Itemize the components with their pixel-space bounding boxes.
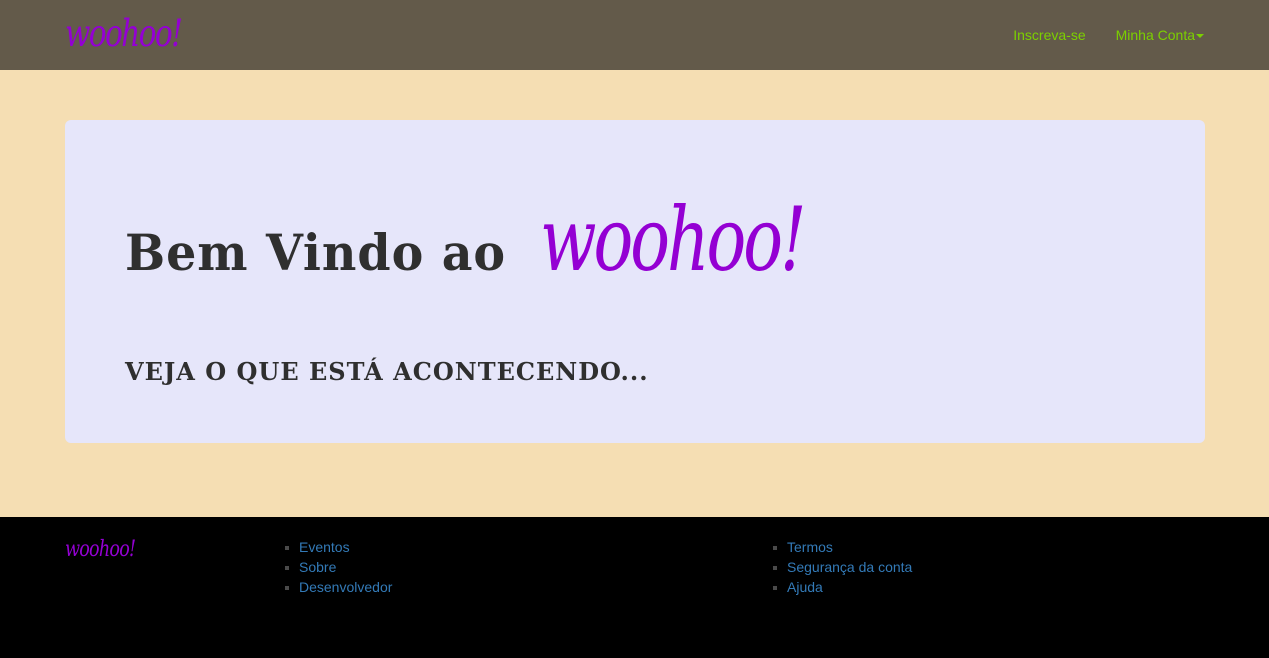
footer-link-desenvolvedor[interactable]: Desenvolvedor [299, 579, 392, 595]
footer-list-item: Sobre [285, 559, 392, 579]
footer-link-ajuda[interactable]: Ajuda [787, 579, 823, 595]
footer-list-item: Desenvolvedor [285, 579, 392, 599]
footer-list-item: Ajuda [773, 579, 912, 599]
caret-down-icon [1196, 34, 1204, 39]
welcome-jumbotron: Bem Vindo ao woohoo! VEJA O QUE ESTÁ ACON… [65, 120, 1205, 443]
top-navbar: woohoo! Inscreva-se Minha Conta [0, 0, 1269, 70]
page-footer: woohoo! Eventos Sobre Desenvolvedor Term… [0, 517, 1269, 658]
welcome-subtitle: VEJA O QUE ESTÁ ACONTECENDO... [125, 357, 649, 386]
footer-link-termos[interactable]: Termos [787, 539, 833, 555]
brand-logo-link[interactable]: woohoo! [65, 14, 183, 54]
footer-links-secondary: Termos Segurança da conta Ajuda [773, 539, 912, 599]
footer-list-item: Termos [773, 539, 912, 559]
welcome-heading-text: Bem Vindo ao [125, 223, 507, 282]
account-dropdown-toggle[interactable]: Minha Conta [1116, 27, 1204, 43]
welcome-heading: Bem Vindo ao woohoo! [125, 190, 891, 303]
footer-list-item: Segurança da conta [773, 559, 912, 579]
footer-link-sobre[interactable]: Sobre [299, 559, 336, 575]
signup-link[interactable]: Inscreva-se [1013, 27, 1085, 43]
welcome-heading-brand: woohoo! [540, 188, 806, 291]
footer-list-item: Eventos [285, 539, 392, 559]
footer-links-primary: Eventos Sobre Desenvolvedor [285, 539, 392, 599]
nav-links: Inscreva-se Minha Conta [1013, 0, 1204, 70]
account-dropdown-label: Minha Conta [1115, 27, 1195, 43]
footer-link-eventos[interactable]: Eventos [299, 539, 350, 555]
main-content: Bem Vindo ao woohoo! VEJA O QUE ESTÁ ACON… [0, 70, 1269, 517]
footer-link-seguranca[interactable]: Segurança da conta [787, 559, 912, 575]
footer-brand-logo: woohoo! [65, 537, 136, 562]
